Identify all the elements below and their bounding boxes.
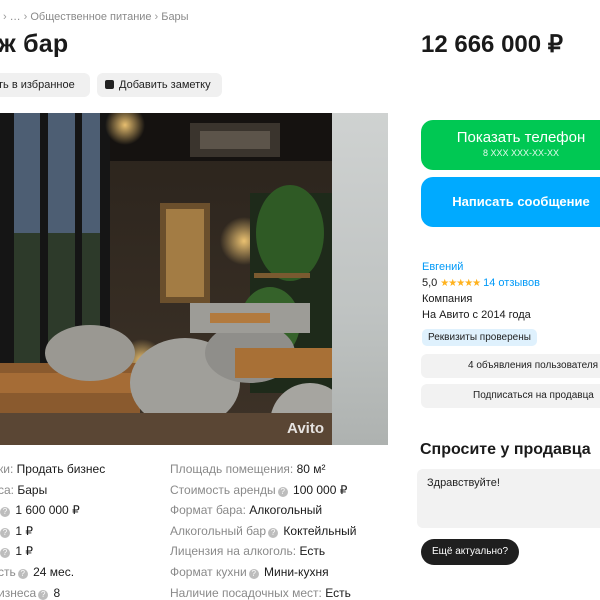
param-value: 1 ₽	[15, 523, 33, 538]
help-icon[interactable]: ?	[0, 527, 10, 538]
help-icon[interactable]: ?	[268, 527, 279, 538]
help-icon[interactable]: ?	[38, 589, 49, 600]
subscribe-seller-label: Подписаться на продавца	[473, 390, 594, 401]
show-phone-button[interactable]: Показать телефон 8 XXX XXX-XX-XX	[421, 120, 600, 170]
param-label: изнеса	[0, 585, 37, 600]
param-row: Площадь помещения: 80 м²	[170, 459, 356, 480]
param-label: Площадь помещения:	[170, 462, 294, 476]
next-photo-preview[interactable]	[332, 113, 388, 445]
add-to-favorites-button[interactable]: ть в избранное	[0, 73, 90, 97]
quick-reply-label: Ещё актуально?	[432, 546, 509, 557]
subscribe-seller-button[interactable]: Подписаться на продавца	[421, 384, 600, 408]
masked-phone: 8 XXX XXX-XX-XX	[482, 148, 560, 158]
param-label: ки:	[0, 462, 14, 476]
show-phone-label: Показать телефон	[456, 129, 586, 146]
breadcrumb-ellipsis[interactable]: …	[10, 11, 21, 23]
params-list-left: ки: Продать бизнес са: Бары ? 1 600 000 …	[0, 459, 105, 600]
seller-card: Евгений 5,0 ★★★★★ 14 отзывов Компания На А…	[422, 261, 600, 346]
param-row: ? 1 ₽	[0, 521, 105, 542]
seller-since: На Авито с 2014 года	[422, 309, 531, 321]
bar-interior-image	[0, 113, 332, 445]
help-icon[interactable]: ?	[0, 548, 10, 559]
param-row: ки: Продать бизнес	[0, 459, 105, 480]
breadcrumb-item-catering[interactable]: Общественное питание	[30, 11, 151, 23]
params-list-right: Площадь помещения: 80 м² Стоимость аренд…	[170, 459, 356, 600]
breadcrumb: ›… › Общественное питание › Бары	[0, 11, 189, 23]
rating-stars-icon: ★★★★★	[440, 278, 481, 289]
ask-seller-input[interactable]: Здравствуйте!	[417, 469, 600, 528]
note-icon	[105, 80, 114, 89]
add-note-label: Добавить заметку	[119, 79, 211, 91]
param-value: Алкогольный	[249, 503, 323, 518]
price: 12 666 000 ₽	[421, 31, 564, 58]
help-icon[interactable]: ?	[277, 486, 288, 497]
param-row: Стоимость аренды? 100 000 ₽	[170, 480, 356, 501]
add-to-favorites-label: ть в избранное	[0, 79, 75, 91]
param-row: Алкогольный бар? Коктейльный	[170, 521, 356, 542]
param-value: 24 мес.	[33, 564, 75, 579]
avito-watermark: Avito	[287, 420, 324, 437]
param-label: са:	[0, 482, 15, 497]
param-row: Наличие посадочных мест: Есть	[170, 583, 356, 600]
breadcrumb-separator: ›	[3, 11, 7, 23]
breadcrumb-item-bars[interactable]: Бары	[161, 11, 188, 23]
write-message-label: Написать сообщение	[452, 194, 590, 209]
param-value: 1 600 000 ₽	[15, 503, 80, 518]
param-label: Наличие посадочных мест:	[170, 585, 322, 600]
param-value: Продать бизнес	[16, 462, 106, 476]
param-value: Мини-кухня	[264, 564, 329, 579]
listing-photo[interactable]: Avito	[0, 113, 332, 445]
help-icon[interactable]: ?	[248, 568, 259, 579]
param-row: Формат кухни? Мини-кухня	[170, 562, 356, 583]
param-value: Бары	[17, 482, 48, 497]
page-title: ж бар	[0, 30, 69, 58]
param-label: Стоимость аренды	[170, 482, 276, 497]
breadcrumb-separator: ›	[154, 11, 159, 23]
param-label: Формат кухни	[170, 564, 247, 579]
help-icon[interactable]: ?	[17, 568, 28, 579]
param-row: са: Бары	[0, 480, 105, 501]
param-value: 8	[53, 585, 61, 600]
rating-value: 5,0	[422, 277, 438, 289]
param-label: Формат бара:	[170, 503, 246, 518]
help-icon[interactable]: ?	[0, 507, 10, 518]
breadcrumb-separator: ›	[23, 11, 28, 23]
quick-reply-button[interactable]: Ещё актуально?	[421, 539, 520, 565]
add-note-button[interactable]: Добавить заметку	[97, 73, 222, 97]
ask-seller-heading: Спросите у продавца	[420, 441, 591, 458]
param-value: Есть	[325, 585, 351, 600]
param-value: 80 м²	[296, 462, 326, 476]
reviews-link[interactable]: 14 отзывов	[483, 277, 540, 289]
param-row: ? 1 600 000 ₽	[0, 500, 105, 521]
write-message-button[interactable]: Написать сообщение	[421, 177, 600, 227]
param-row: ? 1 ₽	[0, 541, 105, 562]
param-row: сть? 24 мес.	[0, 562, 105, 583]
seller-name[interactable]: Евгений	[422, 261, 600, 273]
param-row: изнеса? 8	[0, 583, 105, 600]
param-value: 1 ₽	[15, 544, 33, 559]
seller-ads-label: 4 объявления пользователя	[468, 360, 599, 371]
param-label: Лицензия на алкоголь:	[170, 544, 297, 559]
seller-ads-button[interactable]: 4 объявления пользователя	[421, 354, 600, 378]
param-label: сть	[0, 564, 16, 579]
param-row: Формат бара: Алкогольный	[170, 500, 356, 521]
param-value: 100 000 ₽	[293, 482, 348, 497]
param-value: Есть	[299, 544, 326, 559]
param-value: Коктейльный	[283, 523, 357, 538]
param-row: Лицензия на алкоголь: Есть	[170, 541, 356, 562]
seller-type: Компания	[422, 293, 473, 305]
seller-rating: 5,0 ★★★★★ 14 отзывов	[422, 277, 600, 289]
param-label: Алкогольный бар	[170, 523, 267, 538]
verified-badge: Реквизиты проверены	[422, 329, 537, 346]
